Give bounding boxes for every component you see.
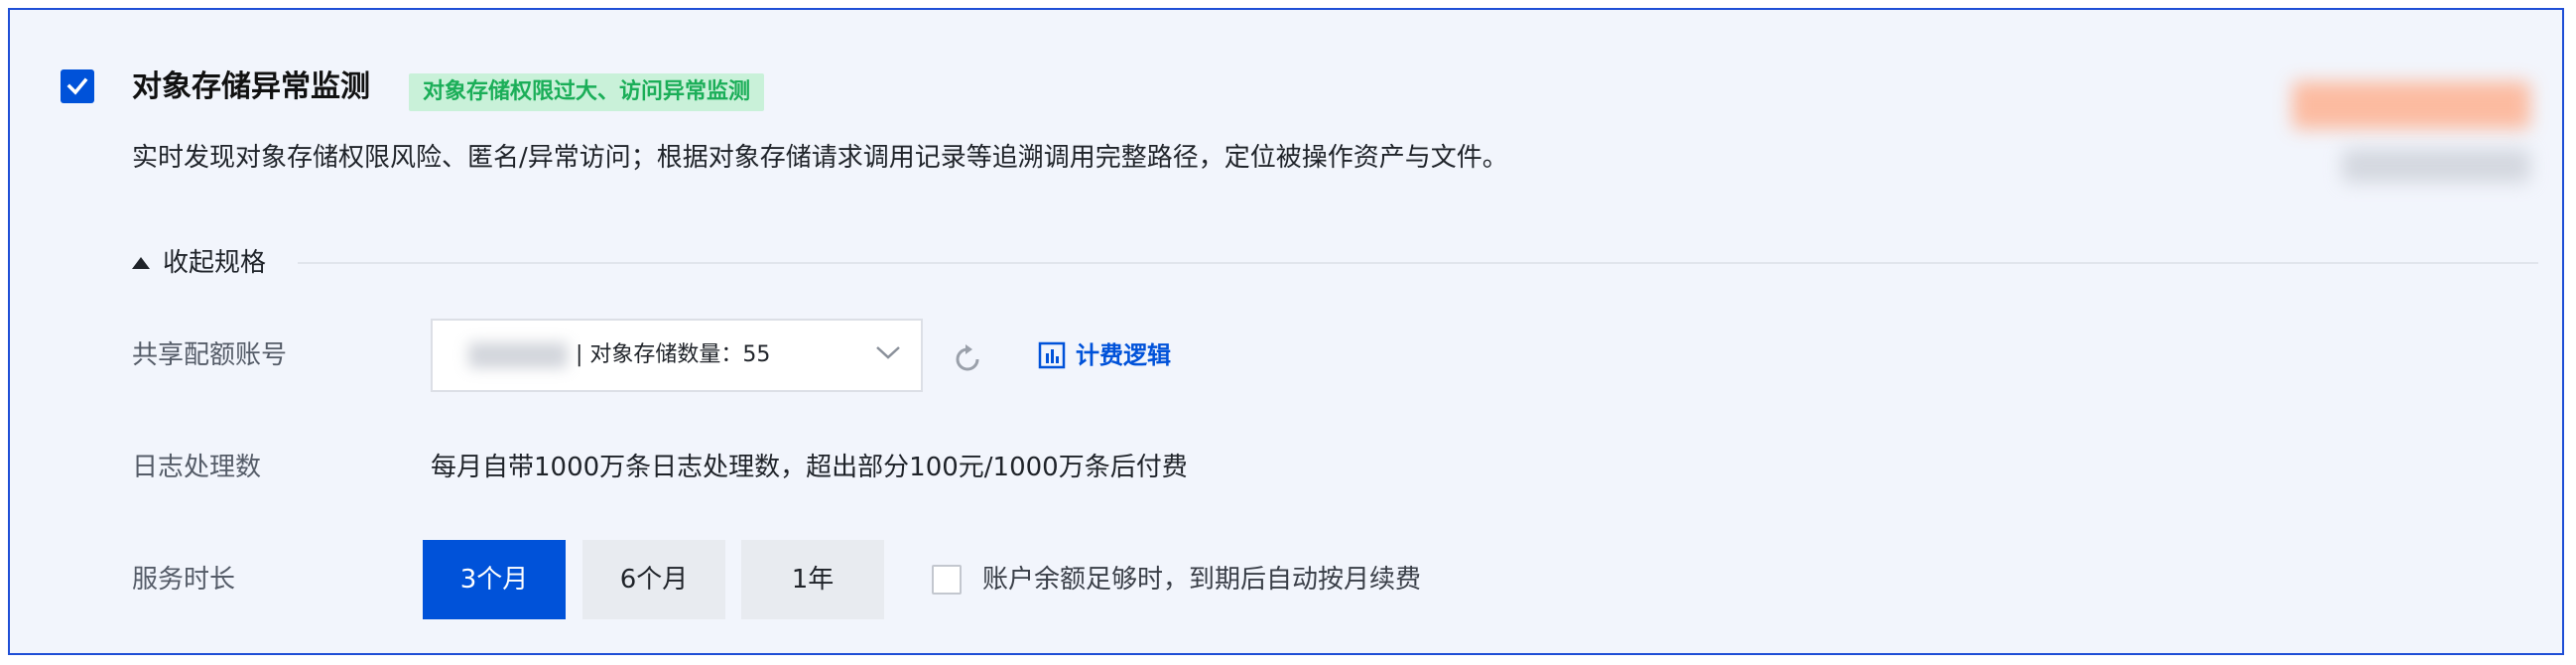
product-checkbox[interactable] (61, 69, 94, 103)
duration-option-6-months[interactable]: 6个月 (582, 540, 725, 619)
duration-label: 服务时长 (132, 565, 236, 595)
price-sub-redacted (2342, 149, 2530, 183)
refresh-icon[interactable] (951, 342, 984, 376)
monitor-product-card: 对象存储异常监测 对象存储权限过大、访问异常监测 实时发现对象存储权限风险、匿名… (8, 8, 2564, 655)
shared-quota-label: 共享配额账号 (132, 340, 288, 370)
triangle-up-icon (132, 257, 150, 269)
product-description: 实时发现对象存储权限风险、匿名/异常访问；根据对象存储请求调用记录等追溯调用完整… (132, 143, 1508, 173)
log-processing-label: 日志处理数 (132, 453, 262, 482)
billing-logic-link[interactable]: 计费逻辑 (1038, 339, 1171, 371)
auto-renew-checkbox[interactable] (932, 565, 962, 595)
chevron-down-icon (876, 346, 900, 359)
collapse-spec-toggle[interactable]: 收起规格 (131, 246, 266, 280)
chart-icon (1038, 341, 1066, 369)
account-id-redacted (468, 342, 568, 368)
product-title: 对象存储异常监测 (132, 69, 370, 104)
shared-quota-selected-text: | 对象存储数量：55 (576, 342, 771, 367)
log-processing-value: 每月自带1000万条日志处理数，超出部分100元/1000万条后付费 (431, 453, 1188, 482)
collapse-spec-label: 收起规格 (163, 248, 267, 278)
billing-logic-text: 计费逻辑 (1076, 341, 1171, 369)
spec-divider (298, 262, 2538, 264)
product-tag: 对象存储权限过大、访问异常监测 (409, 73, 765, 111)
duration-option-3-months[interactable]: 3个月 (423, 540, 566, 619)
price-redacted (2292, 81, 2530, 129)
shared-quota-select[interactable]: | 对象存储数量：55 (431, 319, 923, 392)
check-icon (66, 77, 88, 95)
duration-option-1-year[interactable]: 1年 (741, 540, 884, 619)
auto-renew-label[interactable]: 账户余额足够时，到期后自动按月续费 (982, 562, 1421, 598)
